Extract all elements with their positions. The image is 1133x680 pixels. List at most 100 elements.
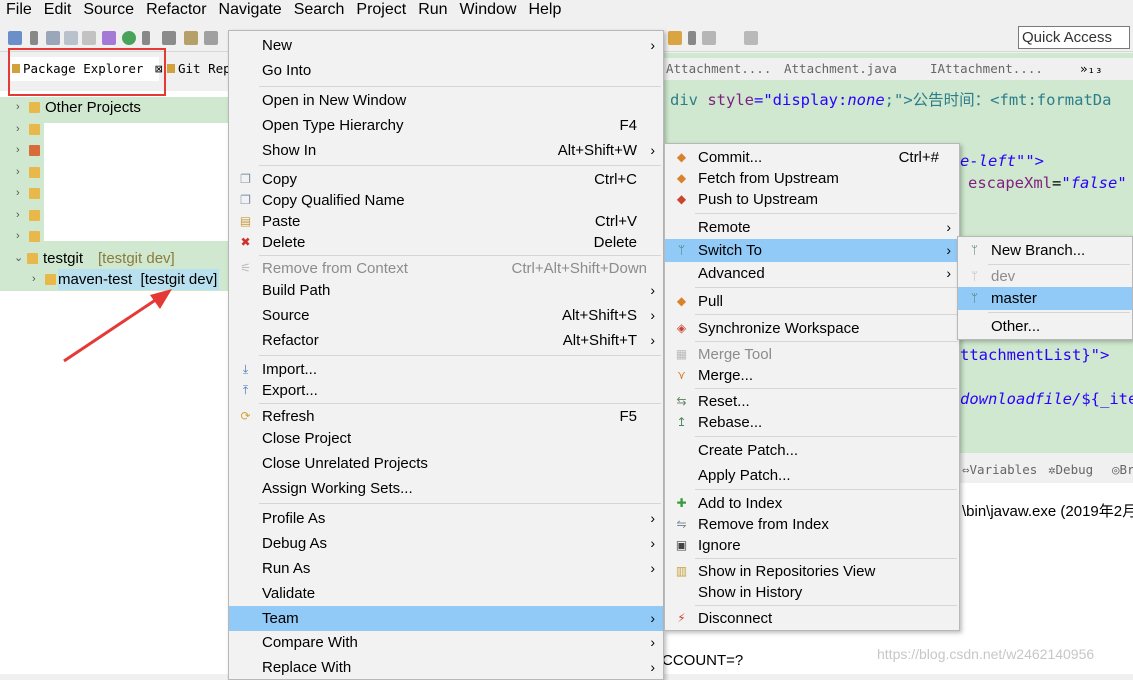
expand-icon[interactable]: ›: [16, 140, 20, 161]
more-tabs-icon[interactable]: »₁₃: [1080, 61, 1103, 76]
menu-item-disconnect[interactable]: ⚡ Disconnect: [665, 607, 959, 630]
menu-item-source[interactable]: Source Alt+Shift+S ›: [229, 304, 663, 327]
menu-item-ignore[interactable]: ▣ Ignore: [665, 534, 959, 557]
menu-item-copy[interactable]: ❐ Copy Ctrl+C: [229, 168, 663, 191]
menu-item-paste[interactable]: ▤ Paste Ctrl+V: [229, 210, 663, 233]
search-icon[interactable]: [184, 31, 198, 45]
menu-run[interactable]: Run: [412, 0, 453, 20]
menu-item-open-type-hierarchy[interactable]: Open Type Hierarchy F4: [229, 114, 663, 137]
menu-item-copy-qualified-name[interactable]: ❐ Copy Qualified Name: [229, 189, 663, 212]
expand-icon[interactable]: ›: [16, 226, 20, 247]
menu-item-remote[interactable]: Remote ›: [665, 216, 959, 239]
menu-item-close-unrelated-projects[interactable]: Close Unrelated Projects: [229, 452, 663, 475]
toggle-icon[interactable]: [162, 31, 176, 45]
menu-item-delete[interactable]: ✖ Delete Delete: [229, 231, 663, 254]
menu-file[interactable]: File: [0, 0, 38, 20]
menu-item-profile-as[interactable]: Profile As ›: [229, 507, 663, 530]
expand-icon[interactable]: ›: [16, 162, 20, 183]
run-icon[interactable]: [122, 31, 136, 45]
add-icon: ✚: [676, 496, 687, 510]
expand-icon[interactable]: ›: [16, 97, 20, 118]
menu-navigate[interactable]: Navigate: [213, 0, 288, 20]
editor-tab[interactable]: Attachment.java: [784, 61, 897, 76]
menu-search[interactable]: Search: [288, 0, 351, 20]
menu-item-show-in-history[interactable]: Show in History: [665, 581, 959, 604]
dropdown-icon[interactable]: [30, 31, 38, 45]
menu-item-push-to-upstream[interactable]: ◆ Push to Upstream: [665, 188, 959, 211]
menu-item-rebase[interactable]: ↥ Rebase...: [665, 411, 959, 434]
menu-item-new[interactable]: New ›: [229, 34, 663, 57]
tool-icon[interactable]: [204, 31, 218, 45]
collapse-icon[interactable]: ⌄: [14, 248, 23, 269]
menu-item-compare-with[interactable]: Compare With ›: [229, 631, 663, 654]
save-icon[interactable]: [46, 31, 60, 45]
menu-item-open-in-new-window[interactable]: Open in New Window: [229, 89, 663, 112]
menu-item-show-in[interactable]: Show In Alt+Shift+W ›: [229, 139, 663, 162]
expand-icon[interactable]: ›: [16, 183, 20, 204]
expand-icon[interactable]: ›: [16, 205, 20, 226]
menu-item-new-branch[interactable]: ᛘ New Branch...: [958, 239, 1132, 262]
menu-window[interactable]: Window: [454, 0, 523, 20]
pin-icon[interactable]: [744, 31, 758, 45]
tree-item-other-projects[interactable]: › Other Projects: [0, 97, 228, 119]
menu-item-branch-master[interactable]: ᛘ master: [958, 287, 1132, 310]
menu-item-refactor[interactable]: Refactor Alt+Shift+T ›: [229, 329, 663, 352]
nav-icon[interactable]: [668, 31, 682, 45]
menu-label: Copy: [262, 171, 298, 188]
menu-item-go-into[interactable]: Go Into: [229, 59, 663, 82]
menu-item-fetch-from-upstream[interactable]: ◆ Fetch from Upstream: [665, 167, 959, 190]
editor-tab[interactable]: Attachment....: [666, 61, 771, 76]
tab-debug[interactable]: ✲Debug: [1048, 462, 1093, 477]
menu-item-commit[interactable]: ◆ Commit... Ctrl+#: [665, 146, 959, 169]
menu-item-close-project[interactable]: Close Project: [229, 427, 663, 450]
menu-item-pull[interactable]: ◆ Pull: [665, 290, 959, 313]
expand-icon[interactable]: ›: [32, 269, 36, 290]
menu-help[interactable]: Help: [522, 0, 567, 20]
menu-item-run-as[interactable]: Run As ›: [229, 557, 663, 580]
menu-item-assign-working-sets[interactable]: Assign Working Sets...: [229, 477, 663, 500]
menu-item-remove-from-index[interactable]: ⇋ Remove from Index: [665, 513, 959, 536]
watermark: https://blog.csdn.net/w2462140956: [877, 646, 1095, 662]
settings-icon[interactable]: [102, 31, 116, 45]
tab-git-repositories[interactable]: Git Rep: [164, 57, 228, 81]
dropdown-icon[interactable]: [142, 31, 150, 45]
menu-item-create-patch[interactable]: Create Patch...: [665, 439, 959, 462]
menu-item-other[interactable]: Other...: [958, 315, 1132, 338]
menu-item-replace-with[interactable]: Replace With ›: [229, 656, 663, 679]
menu-item-branch-dev[interactable]: ᛘ dev: [958, 265, 1132, 288]
menu-edit[interactable]: Edit: [38, 0, 78, 20]
menu-item-merge[interactable]: ⋎ Merge...: [665, 364, 959, 387]
menu-refactor[interactable]: Refactor: [140, 0, 212, 20]
menu-item-refresh[interactable]: ⟳ Refresh F5: [229, 405, 663, 428]
save-all-icon[interactable]: [64, 31, 78, 45]
menu-item-validate[interactable]: Validate: [229, 582, 663, 605]
menu-item-advanced[interactable]: Advanced ›: [665, 262, 959, 285]
menu-item-merge-tool[interactable]: ▦ Merge Tool: [665, 343, 959, 366]
menu-item-team[interactable]: Team ›: [229, 606, 663, 631]
expand-icon[interactable]: ›: [16, 119, 20, 140]
menu-item-synchronize-workspace[interactable]: ◈ Synchronize Workspace: [665, 317, 959, 340]
menu-item-switch-to[interactable]: ᛘ Switch To ›: [665, 239, 959, 262]
menu-item-import[interactable]: ⤓ Import...: [229, 358, 663, 381]
forward-icon[interactable]: [702, 31, 716, 45]
menu-item-apply-patch[interactable]: Apply Patch...: [665, 464, 959, 487]
menu-item-remove-from-context[interactable]: ⚟ Remove from Context Ctrl+Alt+Shift+Down: [229, 257, 663, 280]
tab-variables[interactable]: ⇔Variables: [962, 462, 1037, 477]
menu-item-add-to-index[interactable]: ✚ Add to Index: [665, 492, 959, 515]
separator: [695, 314, 957, 315]
menu-item-export[interactable]: ⤒ Export...: [229, 379, 663, 402]
menu-item-show-in-repositories-view[interactable]: ▥ Show in Repositories View: [665, 560, 959, 583]
menu-item-reset[interactable]: ⇆ Reset...: [665, 390, 959, 413]
new-icon[interactable]: [8, 31, 22, 45]
menu-source[interactable]: Source: [77, 0, 140, 20]
menu-item-debug-as[interactable]: Debug As ›: [229, 532, 663, 555]
refresh-icon: ⟳: [240, 409, 251, 423]
editor-tab[interactable]: IAttachment....: [930, 61, 1043, 76]
quick-access-input[interactable]: Quick Access: [1018, 26, 1130, 49]
menu-project[interactable]: Project: [350, 0, 412, 20]
tree-item-testgit[interactable]: ⌄ testgit [testgit dev]: [0, 247, 228, 269]
menu-item-build-path[interactable]: Build Path ›: [229, 279, 663, 302]
dropdown-icon[interactable]: [688, 31, 696, 45]
print-icon[interactable]: [82, 31, 96, 45]
tab-breakpoints[interactable]: ◎Br: [1112, 462, 1133, 477]
